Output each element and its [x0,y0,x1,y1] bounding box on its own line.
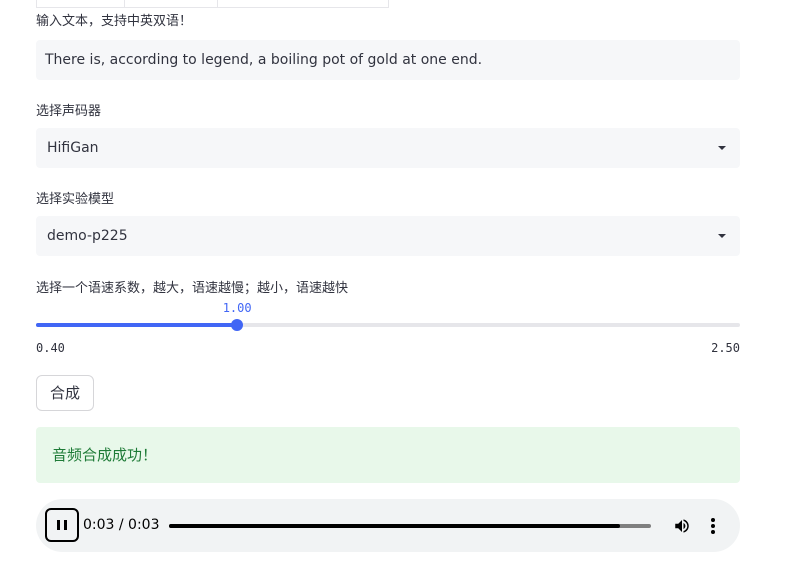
speed-label: 选择一个语速系数，越大，语速越慢；越小，语速越快 [36,281,349,296]
model-selected-value: demo-p225 [47,228,128,244]
slider-max-label: 2.50 [711,341,740,355]
volume-icon[interactable] [673,517,691,535]
table-bottom-edge [36,0,389,8]
audio-progress-bar[interactable] [169,524,651,528]
audio-progress-fill [169,524,620,528]
pause-button[interactable] [45,508,79,542]
speed-slider-fill [36,323,238,327]
vocoder-select[interactable]: HifiGan [36,128,740,168]
more-vert-icon[interactable] [706,517,720,535]
table-divider [217,0,218,7]
text-input-label: 输入文本，支持中英双语！ [36,14,193,29]
vocoder-label: 选择声码器 [36,104,102,119]
success-message: 音频合成成功！ [52,446,158,464]
table-divider [124,0,125,7]
vocoder-selected-value: HifiGan [47,140,99,156]
success-alert: 音频合成成功！ [36,427,740,483]
speed-slider-track[interactable] [36,323,740,327]
model-label: 选择实验模型 [36,192,115,207]
slider-value-label: 1.00 [222,301,252,315]
slider-min-label: 0.40 [36,341,65,355]
chevron-down-icon [718,234,726,238]
synthesize-button[interactable]: 合成 [36,375,94,411]
model-select[interactable]: demo-p225 [36,216,740,256]
audio-player: 0:03 / 0:03 [36,499,740,552]
speed-slider-thumb[interactable] [231,319,244,331]
text-input[interactable]: There is, according to legend, a boiling… [36,40,740,80]
chevron-down-icon [718,146,726,150]
time-display: 0:03 / 0:03 [83,517,160,533]
